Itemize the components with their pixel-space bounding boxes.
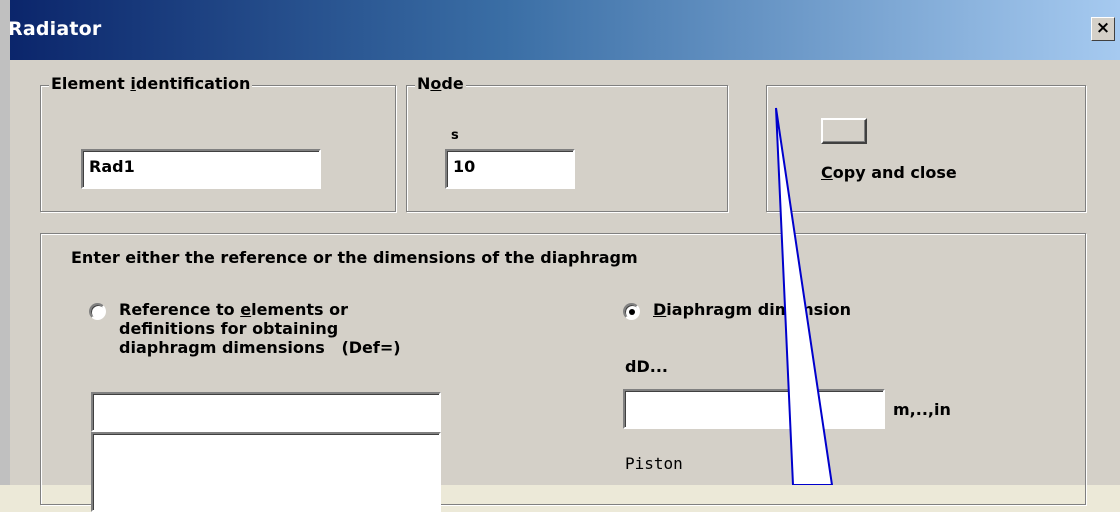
annotation-pointer [775,107,834,485]
annotation-wedge [775,107,834,485]
